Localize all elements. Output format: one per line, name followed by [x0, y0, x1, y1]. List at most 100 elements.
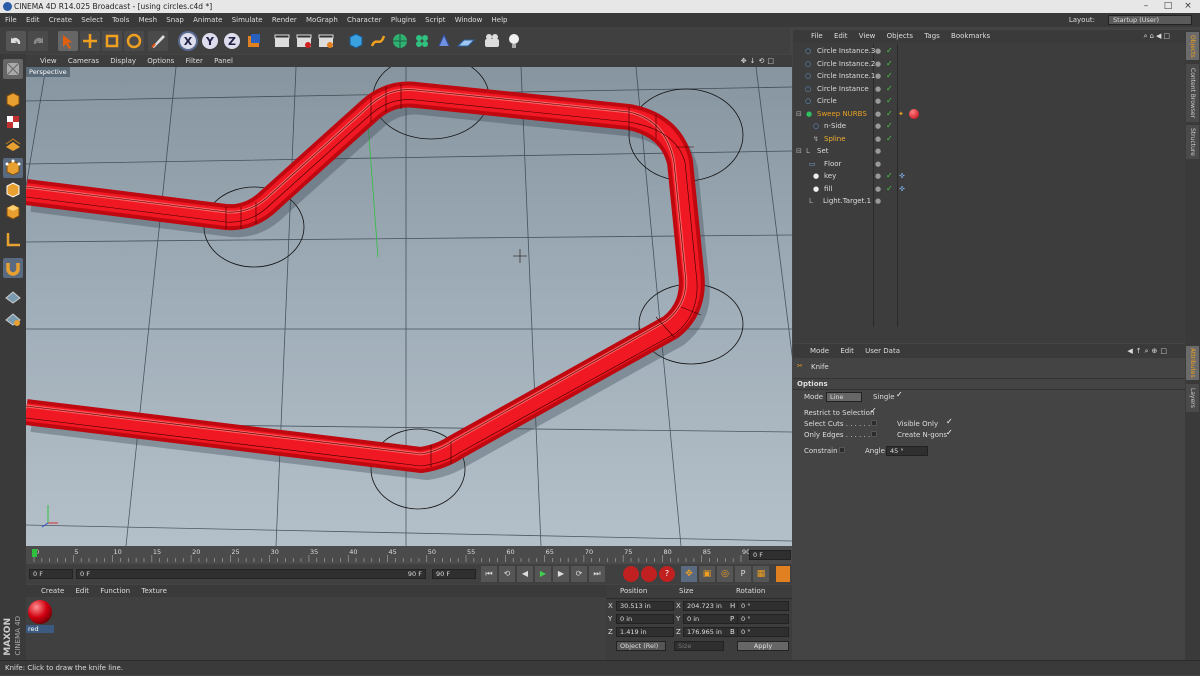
object-menu-objects[interactable]: Objects: [887, 32, 913, 40]
axis-mode-icon[interactable]: [3, 230, 23, 250]
tab-structure[interactable]: Structure: [1186, 125, 1199, 159]
scale-key-icon[interactable]: ▣: [699, 566, 715, 582]
keyframe-selection-icon[interactable]: ?: [659, 566, 675, 582]
rotate-tool-icon[interactable]: [124, 31, 144, 51]
next-frame-icon[interactable]: ▶: [553, 566, 569, 582]
size-mode-select[interactable]: Size: [674, 641, 724, 651]
menu-window[interactable]: Window: [455, 16, 483, 24]
rotation-key-icon[interactable]: ◎: [717, 566, 733, 582]
target-tag-icon[interactable]: ✜: [899, 183, 905, 196]
subdivision-surface-icon[interactable]: [390, 31, 410, 51]
play-icon[interactable]: ▶: [535, 566, 551, 582]
restrict-checkbox[interactable]: ✓: [870, 406, 877, 415]
z-axis-lock-icon[interactable]: Z: [222, 31, 242, 51]
points-mode-icon[interactable]: [3, 158, 23, 178]
autokey-icon[interactable]: [641, 566, 657, 582]
point-level-key-icon[interactable]: ▦: [753, 566, 769, 582]
menu-tools[interactable]: Tools: [112, 16, 129, 24]
object-menu-view[interactable]: View: [859, 32, 876, 40]
record-keys-icon[interactable]: [623, 566, 639, 582]
floor-scene-icon[interactable]: [456, 31, 476, 51]
angle-field[interactable]: 45 °: [886, 446, 928, 456]
x-axis-lock-icon[interactable]: X: [178, 31, 198, 51]
next-key-icon[interactable]: ⟳: [571, 566, 587, 582]
material-menu-edit[interactable]: Edit: [76, 587, 90, 595]
texture-mode-icon[interactable]: [3, 112, 23, 132]
object-manager-nav-icons[interactable]: ⌕⌂◀□: [1144, 30, 1172, 43]
knife-tool-icon[interactable]: [148, 31, 168, 51]
object-menu-edit[interactable]: Edit: [834, 32, 848, 40]
object-row[interactable]: ↯ Spline ● ✓: [793, 133, 1185, 146]
menu-simulate[interactable]: Simulate: [232, 16, 263, 24]
undo-icon[interactable]: [6, 31, 26, 51]
edges-mode-icon[interactable]: [3, 180, 23, 200]
object-row[interactable]: ● key ● ✓ ✜: [793, 170, 1185, 183]
object-row[interactable]: ⊟ ● Sweep NURBS ● ✓ ✦: [793, 108, 1185, 121]
maximize-button[interactable]: □: [1158, 0, 1178, 13]
object-row[interactable]: ▭ Floor ●: [793, 158, 1185, 171]
pos-y-field[interactable]: 0 in: [616, 614, 674, 624]
tab-attributes[interactable]: Attributes: [1186, 346, 1199, 380]
only-edges-checkbox[interactable]: [871, 431, 877, 437]
tab-layers[interactable]: Layers: [1186, 384, 1199, 412]
material-menu-function[interactable]: Function: [100, 587, 130, 595]
parameter-key-icon[interactable]: P: [735, 566, 751, 582]
timeline-window-icon[interactable]: [776, 566, 790, 582]
coordinate-system-icon[interactable]: [244, 31, 264, 51]
object-row[interactable]: ○ Circle Instance.1 ● ✓: [793, 70, 1185, 83]
range-slider[interactable]: 0 F 90 F: [76, 569, 426, 579]
tab-objects[interactable]: Objects: [1186, 32, 1199, 60]
menu-plugins[interactable]: Plugins: [391, 16, 416, 24]
deformer-icon[interactable]: [434, 31, 454, 51]
prev-frame-icon[interactable]: ◀: [517, 566, 533, 582]
y-axis-lock-icon[interactable]: Y: [200, 31, 220, 51]
render-picture-viewer-icon[interactable]: [294, 31, 314, 51]
start-frame-field[interactable]: 0 F: [29, 569, 73, 579]
render-settings-icon[interactable]: [316, 31, 336, 51]
workplane-grid-icon[interactable]: [3, 286, 23, 306]
attribute-menu-edit[interactable]: Edit: [840, 347, 854, 355]
menu-script[interactable]: Script: [425, 16, 445, 24]
locked-workplane-icon[interactable]: [3, 308, 23, 328]
pos-x-field[interactable]: 30.513 in: [616, 601, 674, 611]
target-tag-icon[interactable]: ✜: [899, 170, 905, 183]
attribute-menu-user-data[interactable]: User Data: [865, 347, 900, 355]
viewport-menu-filter[interactable]: Filter: [186, 57, 203, 65]
viewport-nav-icons[interactable]: ✥↓⟲□: [741, 55, 777, 67]
scale-tool-icon[interactable]: [102, 31, 122, 51]
select-cuts-checkbox[interactable]: [871, 420, 877, 426]
polygons-mode-icon[interactable]: [3, 202, 23, 222]
object-row[interactable]: ● fill ● ✓ ✜: [793, 183, 1185, 196]
apply-button[interactable]: Apply: [737, 641, 789, 651]
attribute-nav-icons[interactable]: ◀↑⌕⊕□: [1127, 344, 1170, 358]
workplane-mode-icon[interactable]: [3, 134, 23, 154]
redo-icon[interactable]: [28, 31, 48, 51]
menu-help[interactable]: Help: [492, 16, 508, 24]
object-menu-bookmarks[interactable]: Bookmarks: [951, 32, 990, 40]
move-tool-icon[interactable]: [80, 31, 100, 51]
cube-primitive-icon[interactable]: [346, 31, 366, 51]
minimize-button[interactable]: –: [1136, 0, 1156, 13]
menu-mograph[interactable]: MoGraph: [306, 16, 338, 24]
object-row[interactable]: L Light.Target.1 ●: [793, 195, 1185, 208]
model-mode-icon[interactable]: [3, 90, 23, 110]
menu-render[interactable]: Render: [272, 16, 297, 24]
coord-mode-select[interactable]: Object (Rel): [616, 641, 666, 651]
phong-tag-icon[interactable]: ✦: [898, 108, 904, 121]
prev-key-icon[interactable]: ⟲: [499, 566, 515, 582]
tab-content-browser[interactable]: Content Browser: [1186, 64, 1199, 122]
object-menu-tags[interactable]: Tags: [924, 32, 940, 40]
goto-end-icon[interactable]: ⏭: [589, 566, 605, 582]
current-frame-marker[interactable]: [32, 549, 37, 557]
visible-only-checkbox[interactable]: ✓: [946, 417, 953, 426]
layout-select[interactable]: Startup (User): [1108, 15, 1192, 25]
material-menu-create[interactable]: Create: [41, 587, 64, 595]
rot-p-field[interactable]: 0 °: [737, 614, 789, 624]
make-editable-icon[interactable]: [3, 59, 23, 79]
camera-icon[interactable]: [482, 31, 502, 51]
menu-select[interactable]: Select: [81, 16, 103, 24]
constrain-checkbox[interactable]: [839, 447, 845, 453]
object-row[interactable]: ○ n-Side ● ✓: [793, 120, 1185, 133]
material-tag-icon[interactable]: [909, 108, 919, 119]
pen-spline-icon[interactable]: [368, 31, 388, 51]
